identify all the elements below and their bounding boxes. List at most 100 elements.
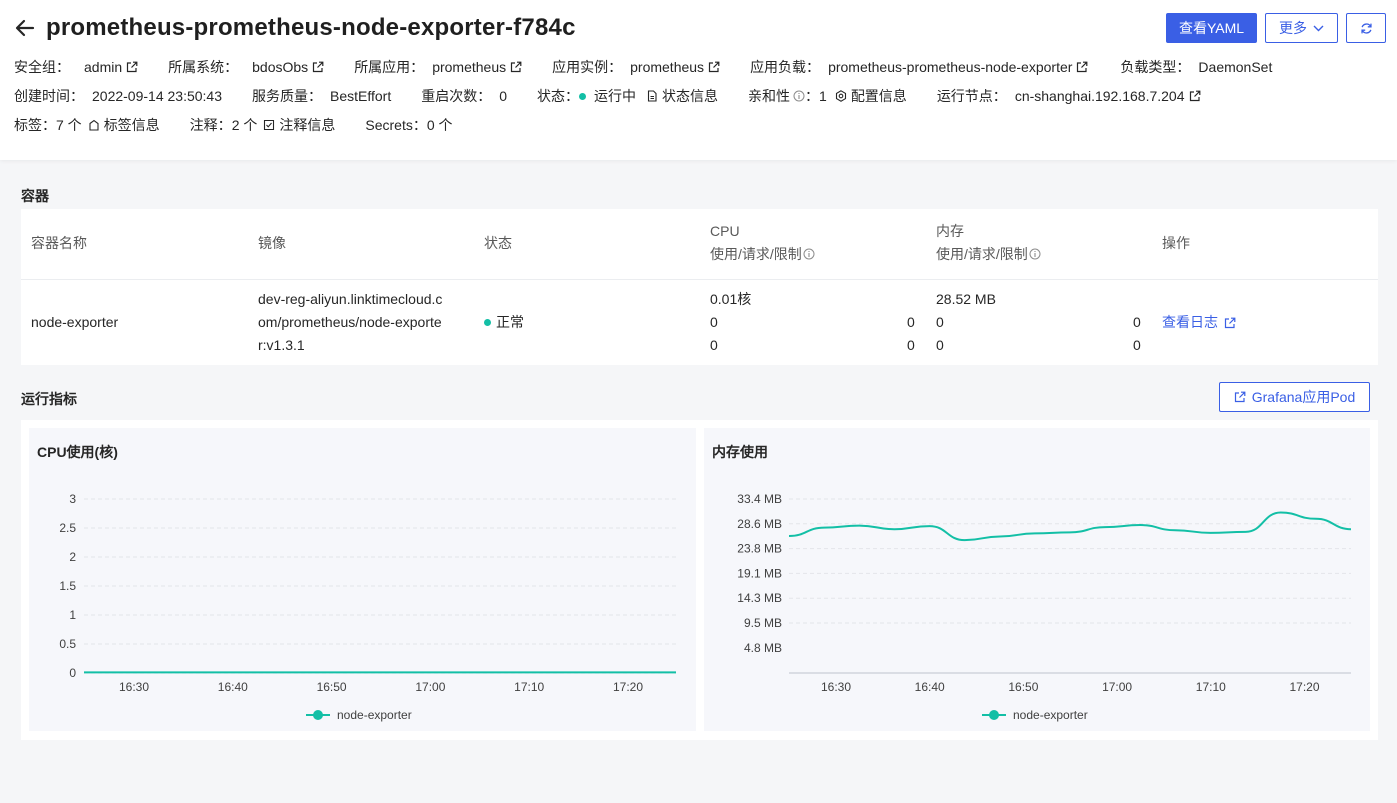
y-tick-label: 2.5	[59, 521, 76, 535]
restart-count: 重启次数： 0	[421, 88, 508, 104]
metrics-section-title: 运行指标	[21, 391, 77, 407]
security-group: 安全组： admin	[14, 57, 138, 77]
mem-request: 0	[936, 314, 944, 330]
x-tick-label: 17:00	[415, 680, 445, 694]
x-tick-label: 16:40	[915, 680, 945, 694]
security-group-link[interactable]: admin	[84, 59, 138, 75]
status-info-link[interactable]: 状态信息	[646, 86, 718, 106]
mem-limit: 0	[936, 337, 944, 353]
back-arrow-icon[interactable]	[14, 17, 36, 39]
memory-usage-chart: 33.4 MB 28.6 MB 23.8 MB 19.1 MB 14.3 MB 9.5 M…	[737, 492, 1352, 722]
node-name: 运行节点： cn-shanghai.192.168.7.204	[937, 86, 1201, 106]
x-tick-label: 16:40	[218, 680, 248, 694]
col-status: 状态	[484, 235, 512, 251]
annotations-info-link[interactable]: 注释信息	[263, 115, 335, 135]
app-instance: 应用实例： prometheus	[552, 57, 720, 77]
owner-app-link[interactable]: prometheus	[432, 59, 522, 75]
view-logs-link[interactable]: 查看日志	[1162, 311, 1236, 334]
external-link-icon	[510, 61, 522, 73]
cpu-chart-title: CPU使用(核)	[37, 444, 118, 460]
more-dropdown-button[interactable]: 更多	[1265, 13, 1338, 43]
pod-header: prometheus-prometheus-node-exporter-f784…	[0, 0, 1397, 160]
info-icon[interactable]	[793, 90, 805, 102]
legend-marker[interactable]	[989, 710, 999, 720]
meta-row-3: 标签： 7 个 标签信息 注释： 2 个 注释信息 Secrets： 0 个	[14, 115, 453, 135]
grafana-button[interactable]: Grafana应用Pod	[1219, 382, 1370, 412]
external-link-icon	[126, 61, 138, 73]
col-memory-sub: 使用/请求/限制	[936, 243, 1041, 266]
refresh-button[interactable]	[1346, 13, 1386, 43]
image-line-2: om/prometheus/node-exporte	[258, 314, 442, 330]
refresh-icon	[1360, 22, 1373, 35]
annotations: 注释： 2 个 注释信息	[189, 115, 336, 135]
chevron-down-icon	[1313, 25, 1324, 32]
mem-usage: 28.52 MB	[936, 291, 996, 307]
y-tick-label: 0	[69, 666, 76, 680]
gear-icon	[835, 90, 847, 102]
mem-request-right: 0	[1133, 314, 1141, 330]
header-actions: 查看YAML 更多	[1166, 13, 1386, 43]
external-link-icon	[312, 61, 324, 73]
info-icon[interactable]	[1029, 248, 1041, 260]
y-tick-label: 33.4 MB	[737, 492, 782, 506]
y-tick-label: 23.8 MB	[737, 542, 782, 556]
col-cpu-sub: 使用/请求/限制	[710, 243, 815, 266]
labels: 标签： 7 个 标签信息	[14, 115, 160, 135]
memory-chart-title: 内存使用	[712, 444, 768, 460]
x-tick-label: 17:20	[613, 680, 643, 694]
external-link-icon	[1189, 90, 1201, 102]
cpu-usage-chart: 3 2.5 2 1.5 1 0.5 0 16:30 16:40 16:50 17:00 17:10 17…	[59, 492, 676, 722]
title-row: prometheus-prometheus-node-exporter-f784…	[14, 14, 576, 42]
info-icon[interactable]	[803, 248, 815, 260]
external-link-icon	[1224, 317, 1236, 329]
col-cpu: CPU	[710, 223, 740, 239]
node-link[interactable]: cn-shanghai.192.168.7.204	[1015, 88, 1201, 104]
y-tick-label: 14.3 MB	[737, 591, 782, 605]
external-link-icon	[1234, 391, 1246, 403]
legend-label[interactable]: node-exporter	[1013, 708, 1088, 722]
x-tick-label: 17:10	[514, 680, 544, 694]
meta-row-1: 安全组： admin 所属系统： bdosObs 所属应用： prometheu…	[14, 57, 1272, 77]
col-actions: 操作	[1162, 235, 1190, 251]
labels-info-link[interactable]: 标签信息	[88, 115, 160, 135]
x-tick-label: 16:30	[821, 680, 851, 694]
owner-app: 所属应用： prometheus	[354, 57, 522, 77]
y-tick-label: 9.5 MB	[744, 616, 782, 630]
config-info-link[interactable]: 配置信息	[835, 86, 907, 106]
container-status: 正常	[484, 311, 524, 334]
cpu-request: 0	[710, 314, 718, 330]
app-workload-link[interactable]: prometheus-prometheus-node-exporter	[828, 59, 1088, 75]
view-yaml-button[interactable]: 查看YAML	[1166, 13, 1257, 43]
created-time: 创建时间： 2022-09-14 23:50:43	[14, 88, 222, 104]
y-tick-label: 28.6 MB	[737, 517, 782, 531]
more-label: 更多	[1279, 20, 1307, 36]
legend-marker[interactable]	[313, 710, 323, 720]
y-tick-label: 4.8 MB	[744, 641, 782, 655]
legend-label[interactable]: node-exporter	[337, 708, 412, 722]
image-line-3: r:v1.3.1	[258, 337, 305, 353]
app-instance-link[interactable]: prometheus	[630, 59, 720, 75]
qos-class: 服务质量： BestEffort	[252, 88, 392, 104]
container-name: node-exporter	[31, 314, 119, 330]
owner-system: 所属系统： bdosObs	[168, 57, 324, 77]
external-link-icon	[1076, 61, 1088, 73]
status-dot	[579, 92, 587, 100]
owner-system-link[interactable]: bdosObs	[252, 59, 324, 75]
x-tick-label: 17:00	[1102, 680, 1132, 694]
col-memory: 内存	[936, 223, 964, 239]
edit-note-icon	[263, 119, 275, 131]
x-tick-label: 16:30	[119, 680, 149, 694]
series-line-node-exporter	[788, 511, 1352, 542]
cpu-limit-right: 0	[907, 337, 915, 353]
y-tick-label: 2	[69, 550, 76, 564]
mem-limit-right: 0	[1133, 337, 1141, 353]
x-tick-label: 16:50	[317, 680, 347, 694]
containers-section-title: 容器	[21, 188, 49, 204]
app-workload: 应用负载： prometheus-prometheus-node-exporte…	[750, 57, 1088, 77]
memory-chart-panel: 内存使用 33.4 MB 28.6 MB 23.8 MB 19.1 MB 14.3 MB…	[704, 428, 1370, 731]
y-tick-label: 1	[69, 608, 76, 622]
metrics-card: CPU使用(核) 3 2.5 2 1.5 1 0.5 0 16:30 16:40 16:50 17:…	[21, 420, 1378, 740]
y-tick-label: 1.5	[59, 579, 76, 593]
containers-table: 容器名称 镜像 状态 CPU 使用/请求/限制 内存 使用/请求/限制 操作 n…	[21, 209, 1378, 365]
y-tick-label: 19.1 MB	[737, 566, 782, 580]
